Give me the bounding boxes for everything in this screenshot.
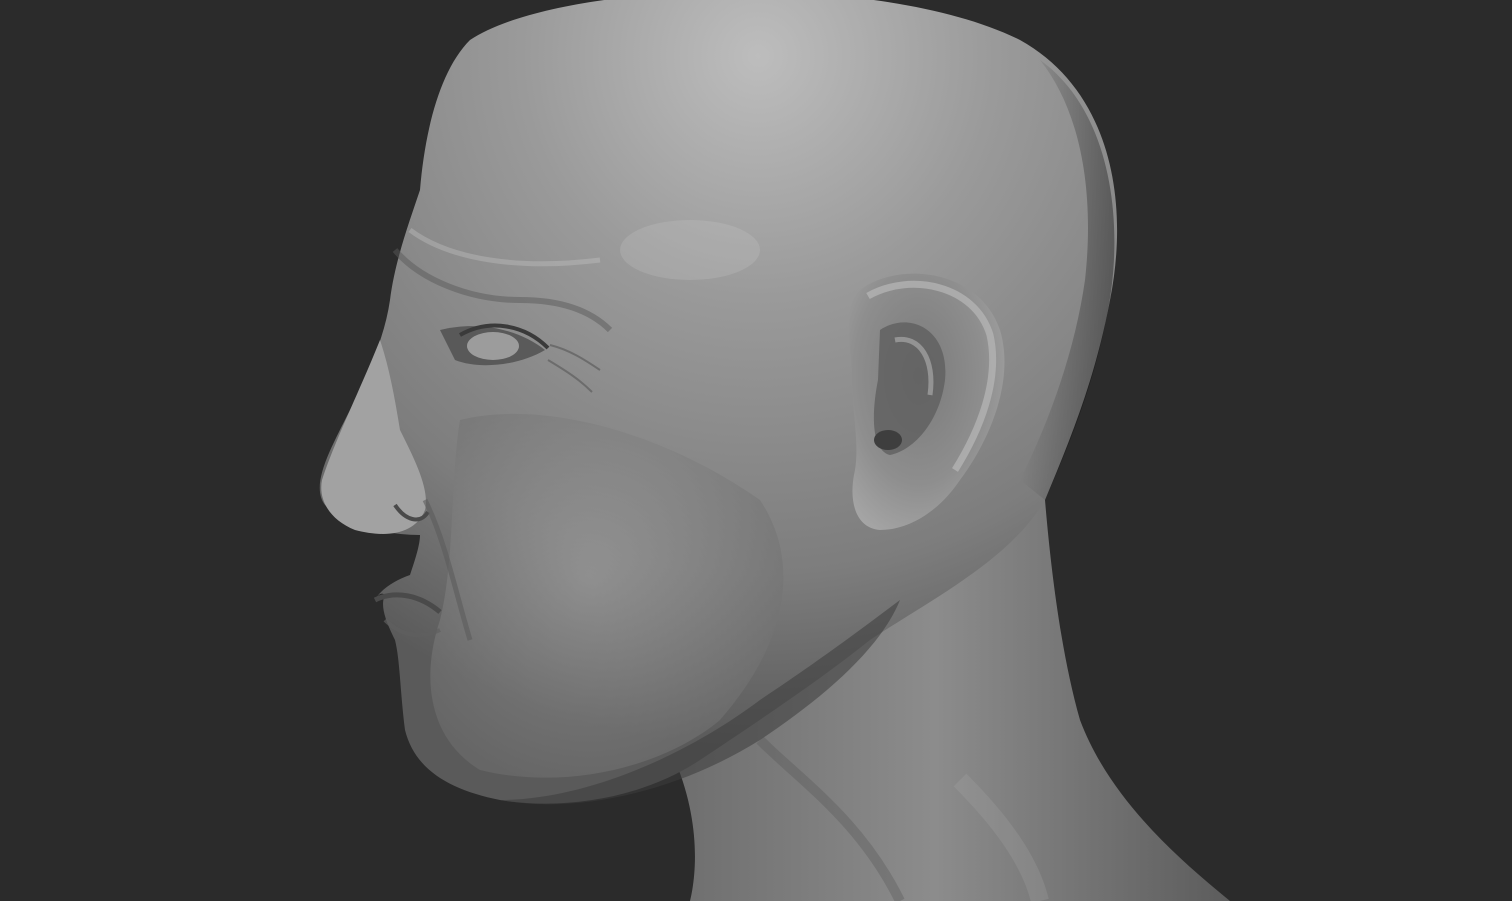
eyeball (467, 332, 519, 360)
head-sculpt-render (319, 0, 1230, 901)
temple-highlight (620, 220, 760, 280)
ear-canal (874, 430, 902, 450)
sculpt-viewport[interactable] (0, 0, 1512, 901)
